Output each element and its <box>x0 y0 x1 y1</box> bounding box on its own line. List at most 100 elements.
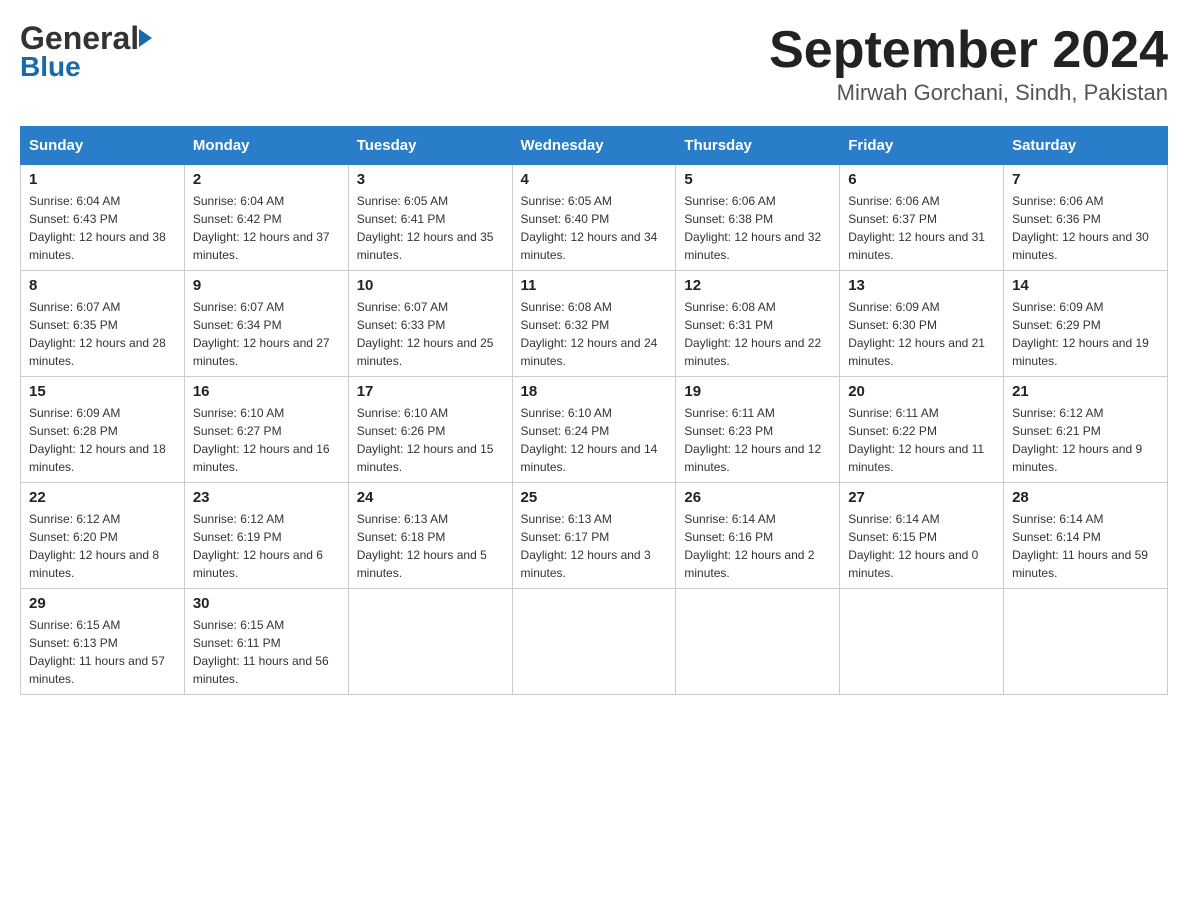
day-info: Sunrise: 6:12 AMSunset: 6:19 PMDaylight:… <box>193 510 340 582</box>
day-number: 4 <box>521 171 668 188</box>
day-info: Sunrise: 6:13 AMSunset: 6:17 PMDaylight:… <box>521 510 668 582</box>
day-info: Sunrise: 6:08 AMSunset: 6:32 PMDaylight:… <box>521 298 668 370</box>
day-number: 13 <box>848 277 995 294</box>
calendar-day-cell: 15Sunrise: 6:09 AMSunset: 6:28 PMDayligh… <box>21 377 185 483</box>
day-info: Sunrise: 6:09 AMSunset: 6:28 PMDaylight:… <box>29 404 176 476</box>
calendar-day-cell: 4Sunrise: 6:05 AMSunset: 6:40 PMDaylight… <box>512 165 676 271</box>
calendar-day-cell: 10 Sunrise: 6:07 AMSunset: 6:33 PMDayligh… <box>348 271 512 377</box>
day-number: 20 <box>848 383 995 400</box>
day-number: 27 <box>848 489 995 506</box>
calendar-day-cell: 1 Sunrise: 6:04 AMSunset: 6:43 PMDaylight… <box>21 165 185 271</box>
calendar-day-header: Thursday <box>676 127 840 165</box>
day-number: 7 <box>1012 171 1159 188</box>
day-info: Sunrise: 6:04 AMSunset: 6:43 PMDaylight:… <box>29 192 176 264</box>
logo-triangle-icon <box>139 29 152 47</box>
calendar-day-cell: 2 Sunrise: 6:04 AMSunset: 6:42 PMDaylight… <box>184 165 348 271</box>
logo: General Blue <box>20 20 152 81</box>
day-number: 21 <box>1012 383 1159 400</box>
calendar-day-header: Monday <box>184 127 348 165</box>
calendar-day-cell: 29 Sunrise: 6:15 AMSunset: 6:13 PMDayligh… <box>21 589 185 695</box>
day-info: Sunrise: 6:06 AMSunset: 6:36 PMDaylight:… <box>1012 192 1159 264</box>
calendar-day-cell: 22 Sunrise: 6:12 AMSunset: 6:20 PMDayligh… <box>21 483 185 589</box>
day-info: Sunrise: 6:15 AMSunset: 6:11 PMDaylight:… <box>193 616 340 688</box>
calendar-day-cell <box>676 589 840 695</box>
day-info: Sunrise: 6:09 AMSunset: 6:29 PMDaylight:… <box>1012 298 1159 370</box>
day-number: 9 <box>193 277 340 294</box>
day-info: Sunrise: 6:08 AMSunset: 6:31 PMDaylight:… <box>684 298 831 370</box>
calendar-day-cell: 27 Sunrise: 6:14 AMSunset: 6:15 PMDayligh… <box>840 483 1004 589</box>
day-info: Sunrise: 6:06 AMSunset: 6:37 PMDaylight:… <box>848 192 995 264</box>
day-info: Sunrise: 6:15 AMSunset: 6:13 PMDaylight:… <box>29 616 176 688</box>
day-number: 2 <box>193 171 340 188</box>
calendar-day-cell: 8 Sunrise: 6:07 AMSunset: 6:35 PMDaylight… <box>21 271 185 377</box>
day-info: Sunrise: 6:14 AMSunset: 6:16 PMDaylight:… <box>684 510 831 582</box>
day-number: 23 <box>193 489 340 506</box>
day-number: 22 <box>29 489 176 506</box>
location-subtitle: Mirwah Gorchani, Sindh, Pakistan <box>769 80 1168 106</box>
title-section: September 2024 Mirwah Gorchani, Sindh, P… <box>769 20 1168 106</box>
day-number: 19 <box>684 383 831 400</box>
calendar-day-header: Wednesday <box>512 127 676 165</box>
day-number: 11 <box>521 277 668 294</box>
day-number: 5 <box>684 171 831 188</box>
day-number: 10 <box>357 277 504 294</box>
calendar-day-cell: 14Sunrise: 6:09 AMSunset: 6:29 PMDayligh… <box>1004 271 1168 377</box>
calendar-day-cell: 26 Sunrise: 6:14 AMSunset: 6:16 PMDayligh… <box>676 483 840 589</box>
calendar-day-header: Tuesday <box>348 127 512 165</box>
calendar-day-cell <box>512 589 676 695</box>
day-info: Sunrise: 6:10 AMSunset: 6:26 PMDaylight:… <box>357 404 504 476</box>
day-info: Sunrise: 6:04 AMSunset: 6:42 PMDaylight:… <box>193 192 340 264</box>
calendar-day-cell: 3Sunrise: 6:05 AMSunset: 6:41 PMDaylight… <box>348 165 512 271</box>
calendar-day-header: Sunday <box>21 127 185 165</box>
day-number: 17 <box>357 383 504 400</box>
day-info: Sunrise: 6:07 AMSunset: 6:34 PMDaylight:… <box>193 298 340 370</box>
calendar-day-cell <box>348 589 512 695</box>
calendar-week-row: 8 Sunrise: 6:07 AMSunset: 6:35 PMDaylight… <box>21 271 1168 377</box>
calendar-day-cell: 5 Sunrise: 6:06 AMSunset: 6:38 PMDaylight… <box>676 165 840 271</box>
calendar-day-cell: 18Sunrise: 6:10 AMSunset: 6:24 PMDayligh… <box>512 377 676 483</box>
day-info: Sunrise: 6:12 AMSunset: 6:20 PMDaylight:… <box>29 510 176 582</box>
calendar-day-cell: 13 Sunrise: 6:09 AMSunset: 6:30 PMDayligh… <box>840 271 1004 377</box>
calendar-week-row: 22 Sunrise: 6:12 AMSunset: 6:20 PMDayligh… <box>21 483 1168 589</box>
day-info: Sunrise: 6:09 AMSunset: 6:30 PMDaylight:… <box>848 298 995 370</box>
calendar-day-header: Saturday <box>1004 127 1168 165</box>
calendar-day-cell: 21 Sunrise: 6:12 AMSunset: 6:21 PMDayligh… <box>1004 377 1168 483</box>
day-number: 28 <box>1012 489 1159 506</box>
day-number: 16 <box>193 383 340 400</box>
calendar-day-cell: 28 Sunrise: 6:14 AMSunset: 6:14 PMDayligh… <box>1004 483 1168 589</box>
day-number: 24 <box>357 489 504 506</box>
page-header: General Blue September 2024 Mirwah Gorch… <box>20 20 1168 106</box>
day-number: 8 <box>29 277 176 294</box>
day-number: 1 <box>29 171 176 188</box>
month-title: September 2024 <box>769 20 1168 80</box>
calendar-day-cell: 19 Sunrise: 6:11 AMSunset: 6:23 PMDayligh… <box>676 377 840 483</box>
day-info: Sunrise: 6:12 AMSunset: 6:21 PMDaylight:… <box>1012 404 1159 476</box>
day-info: Sunrise: 6:14 AMSunset: 6:14 PMDaylight:… <box>1012 510 1159 582</box>
day-info: Sunrise: 6:07 AMSunset: 6:35 PMDaylight:… <box>29 298 176 370</box>
day-info: Sunrise: 6:07 AMSunset: 6:33 PMDaylight:… <box>357 298 504 370</box>
day-number: 25 <box>521 489 668 506</box>
calendar-week-row: 1 Sunrise: 6:04 AMSunset: 6:43 PMDaylight… <box>21 165 1168 271</box>
calendar-day-cell <box>1004 589 1168 695</box>
calendar-table: SundayMondayTuesdayWednesdayThursdayFrid… <box>20 126 1168 695</box>
calendar-day-cell: 12Sunrise: 6:08 AMSunset: 6:31 PMDayligh… <box>676 271 840 377</box>
day-info: Sunrise: 6:11 AMSunset: 6:22 PMDaylight:… <box>848 404 995 476</box>
day-info: Sunrise: 6:10 AMSunset: 6:27 PMDaylight:… <box>193 404 340 476</box>
day-number: 26 <box>684 489 831 506</box>
day-info: Sunrise: 6:14 AMSunset: 6:15 PMDaylight:… <box>848 510 995 582</box>
calendar-day-cell: 25 Sunrise: 6:13 AMSunset: 6:17 PMDayligh… <box>512 483 676 589</box>
calendar-day-cell: 7 Sunrise: 6:06 AMSunset: 6:36 PMDaylight… <box>1004 165 1168 271</box>
calendar-day-cell: 30 Sunrise: 6:15 AMSunset: 6:11 PMDayligh… <box>184 589 348 695</box>
day-info: Sunrise: 6:10 AMSunset: 6:24 PMDaylight:… <box>521 404 668 476</box>
calendar-day-cell <box>840 589 1004 695</box>
day-info: Sunrise: 6:06 AMSunset: 6:38 PMDaylight:… <box>684 192 831 264</box>
day-info: Sunrise: 6:11 AMSunset: 6:23 PMDaylight:… <box>684 404 831 476</box>
calendar-day-cell: 6Sunrise: 6:06 AMSunset: 6:37 PMDaylight… <box>840 165 1004 271</box>
day-number: 30 <box>193 595 340 612</box>
calendar-day-header: Friday <box>840 127 1004 165</box>
calendar-header-row: SundayMondayTuesdayWednesdayThursdayFrid… <box>21 127 1168 165</box>
calendar-day-cell: 23 Sunrise: 6:12 AMSunset: 6:19 PMDayligh… <box>184 483 348 589</box>
day-number: 29 <box>29 595 176 612</box>
calendar-week-row: 15Sunrise: 6:09 AMSunset: 6:28 PMDayligh… <box>21 377 1168 483</box>
calendar-day-cell: 20 Sunrise: 6:11 AMSunset: 6:22 PMDayligh… <box>840 377 1004 483</box>
